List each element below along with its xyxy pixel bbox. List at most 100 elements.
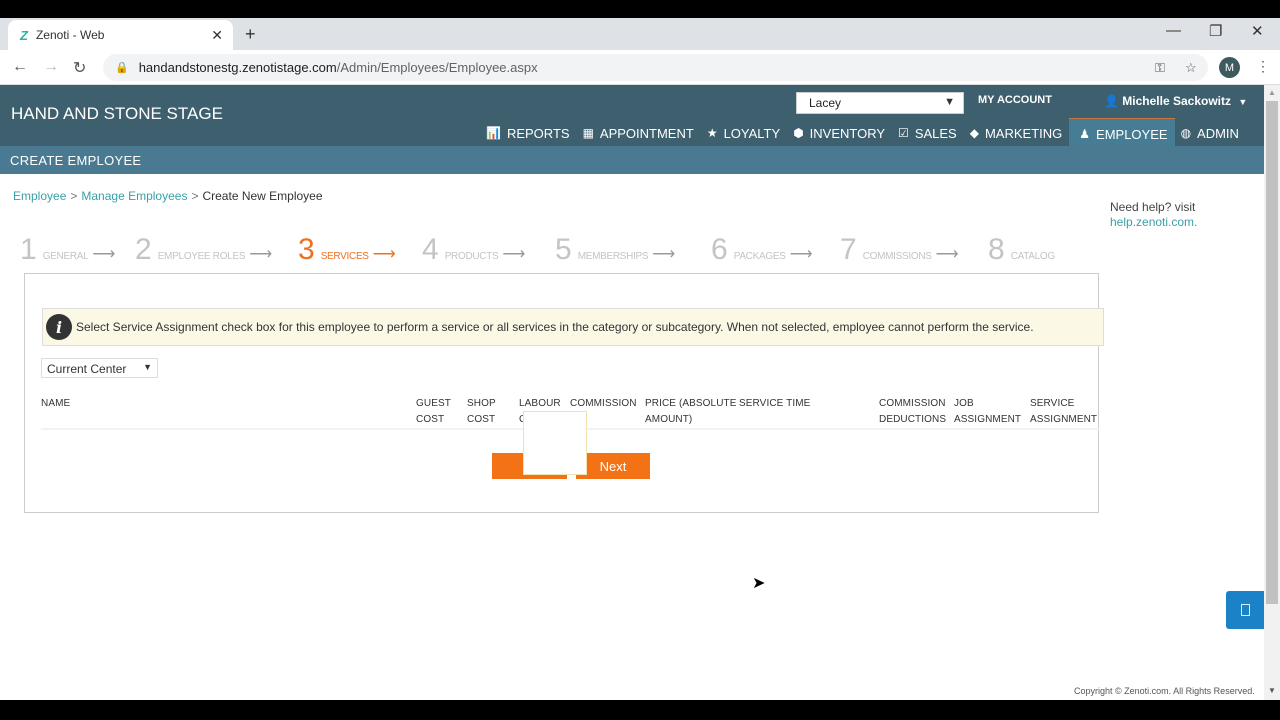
nav-label: LOYALTY: [723, 126, 781, 141]
breadcrumb-employee[interactable]: Employee: [13, 189, 66, 203]
nav-marketing[interactable]: ◆ MARKETING: [970, 122, 1070, 146]
nav-inventory[interactable]: ⬢ INVENTORY: [793, 122, 892, 146]
back-icon[interactable]: ←: [12, 58, 28, 76]
help-text: Need help? visit: [1110, 200, 1196, 214]
bookmark-star-icon[interactable]: ☆: [1185, 60, 1197, 76]
wizard-step-catalog[interactable]: 8 CATALOG: [988, 235, 1055, 265]
my-account-link[interactable]: MY ACCOUNT: [978, 94, 1052, 106]
help-box: Need help? visit help.zenoti.com.: [1110, 200, 1197, 230]
step-number: 1: [20, 233, 37, 266]
window-close-icon[interactable]: ✕: [1251, 22, 1264, 40]
minimize-icon[interactable]: —: [1166, 22, 1181, 39]
breadcrumb: Employee > Manage Employees > Create New Emp…: [13, 189, 323, 203]
scroll-down-icon[interactable]: ▼: [1268, 686, 1276, 695]
step-label: SERVICES: [320, 251, 369, 262]
mouse-cursor-icon: ➤: [752, 575, 766, 592]
empty-tooltip-popup: [523, 411, 587, 475]
profile-avatar[interactable]: M: [1219, 57, 1240, 78]
scroll-up-icon[interactable]: ▲: [1268, 88, 1276, 97]
nav-reports[interactable]: 📊 REPORTS: [486, 122, 577, 146]
tag-icon: ◆: [969, 126, 979, 140]
step-number: 2: [135, 233, 152, 266]
step-label: CATALOG: [1010, 251, 1056, 262]
nav-sales[interactable]: ☑ SALES: [898, 122, 964, 146]
col-commission[interactable]: COMMISSION: [570, 396, 637, 412]
star-icon: ★: [706, 126, 718, 140]
address-bar[interactable]: 🔒 handandstonestg.zenotistage.com/Admin/…: [103, 54, 1208, 81]
nav-label: ADMIN: [1197, 126, 1239, 141]
breadcrumb-separator: >: [70, 189, 78, 203]
new-tab-icon[interactable]: +: [245, 24, 256, 45]
step-number: 6: [711, 233, 728, 266]
next-button[interactable]: Next: [576, 453, 650, 479]
center-filter-select[interactable]: Current Center ▼: [41, 358, 158, 378]
user-icon: 👤: [1104, 94, 1119, 108]
copyright-text: Copyright © Zenoti.com. All Rights Reser…: [1074, 686, 1255, 696]
dashboard-icon: ◍: [1180, 126, 1192, 140]
info-banner: i Select Service Assignment check box fo…: [42, 308, 1104, 346]
chevron-down-icon: ▼: [1238, 97, 1248, 107]
nav-loyalty[interactable]: ★ LOYALTY: [707, 122, 787, 146]
nav-employee[interactable]: ♟ EMPLOYEE: [1069, 118, 1175, 146]
col-shop-cost[interactable]: SHOP COST: [467, 396, 496, 428]
bar-chart-icon: 📊: [486, 126, 501, 140]
col-guest-cost[interactable]: GUEST COST: [416, 396, 451, 428]
browser-tab[interactable]: Z Zenoti - Web ✕: [8, 20, 233, 50]
col-service-assignment[interactable]: SERVICE ASSIGNMENT: [1030, 396, 1097, 428]
breadcrumb-manage-employees[interactable]: Manage Employees: [81, 189, 187, 203]
main-nav: 📊 REPORTS ▦ APPOINTMENT ★ LOYALTY ⬢ INVENTOR…: [486, 118, 1252, 146]
wizard-step-employee-roles[interactable]: 2 EMPLOYEE ROLES ⟶: [135, 235, 272, 265]
step-number: 4: [422, 233, 439, 266]
dropdown-caret-icon: ▼: [944, 96, 955, 108]
page-title-bar: CREATE EMPLOYEE: [0, 146, 1264, 174]
wizard-step-products[interactable]: 4 PRODUCTS ⟶: [422, 235, 525, 265]
nav-label: APPOINTMENT: [599, 126, 694, 141]
chat-widget-button[interactable]: [1226, 591, 1264, 629]
col-price[interactable]: PRICE (ABSOLUTE AMOUNT): [645, 396, 737, 428]
arrow-right-icon: ⟶: [249, 246, 273, 263]
wizard-step-packages[interactable]: 6 PACKAGES ⟶: [711, 235, 813, 265]
key-icon[interactable]: ⚿: [1155, 60, 1165, 76]
scrollbar-thumb[interactable]: [1266, 101, 1278, 604]
checkbox-icon: ☑: [898, 126, 909, 140]
forward-icon[interactable]: →: [43, 58, 59, 76]
brand-title: HAND AND STONE STAGE: [11, 104, 223, 123]
help-link[interactable]: help.zenoti.com.: [1110, 215, 1197, 230]
wizard-step-services[interactable]: 3 SERVICES ⟶: [298, 235, 396, 265]
tab-close-icon[interactable]: ✕: [211, 27, 223, 44]
breadcrumb-current: Create New Employee: [202, 189, 323, 203]
step-label: GENERAL: [42, 251, 89, 262]
step-number: 5: [555, 233, 572, 266]
cube-icon: ⬢: [793, 126, 804, 140]
col-name[interactable]: NAME: [41, 396, 70, 412]
zenoti-favicon-icon: Z: [20, 27, 28, 43]
dropdown-caret-icon: ▼: [143, 362, 152, 372]
wizard-step-general[interactable]: 1 GENERAL ⟶: [20, 235, 115, 265]
wizard-step-commissions[interactable]: 7 COMMISSIONS ⟶: [840, 235, 959, 265]
chat-icon: [1240, 604, 1250, 616]
user-name: Michelle Sackowitz: [1122, 94, 1231, 108]
col-service-time[interactable]: SERVICE TIME: [739, 396, 810, 412]
info-icon: i: [46, 314, 72, 340]
arrow-right-icon: ⟶: [789, 246, 813, 263]
reload-icon[interactable]: ↻: [73, 58, 86, 78]
nav-appointment[interactable]: ▦ APPOINTMENT: [583, 122, 701, 146]
step-label: MEMBERSHIPS: [577, 251, 649, 262]
user-menu[interactable]: 👤 Michelle Sackowitz ▼: [1104, 94, 1247, 108]
app-header: HAND AND STONE STAGE Lacey ▼ MY ACCOUNT …: [0, 85, 1264, 146]
nav-admin[interactable]: ◍ ADMIN: [1181, 122, 1246, 146]
wizard-step-memberships[interactable]: 5 MEMBERSHIPS ⟶: [555, 235, 675, 265]
restore-icon[interactable]: ❐: [1209, 22, 1222, 40]
tab-title: Zenoti - Web: [35, 28, 105, 42]
step-number: 7: [840, 233, 857, 266]
info-text: Select Service Assignment check box for …: [76, 320, 1034, 334]
arrow-right-icon: ⟶: [935, 246, 959, 263]
location-select[interactable]: Lacey ▼: [796, 92, 964, 114]
arrow-right-icon: ⟶: [372, 246, 396, 263]
col-job-assignment[interactable]: JOB ASSIGNMENT: [954, 396, 1021, 428]
browser-menu-icon[interactable]: ⋮: [1256, 58, 1270, 75]
step-label: COMMISSIONS: [862, 251, 932, 262]
browser-tabstrip: Z Zenoti - Web ✕ + — ❐ ✕: [0, 18, 1280, 50]
col-commission-deductions[interactable]: COMMISSION DEDUCTIONS: [879, 396, 946, 428]
page-scrollbar[interactable]: ▲ ▼: [1264, 85, 1280, 700]
